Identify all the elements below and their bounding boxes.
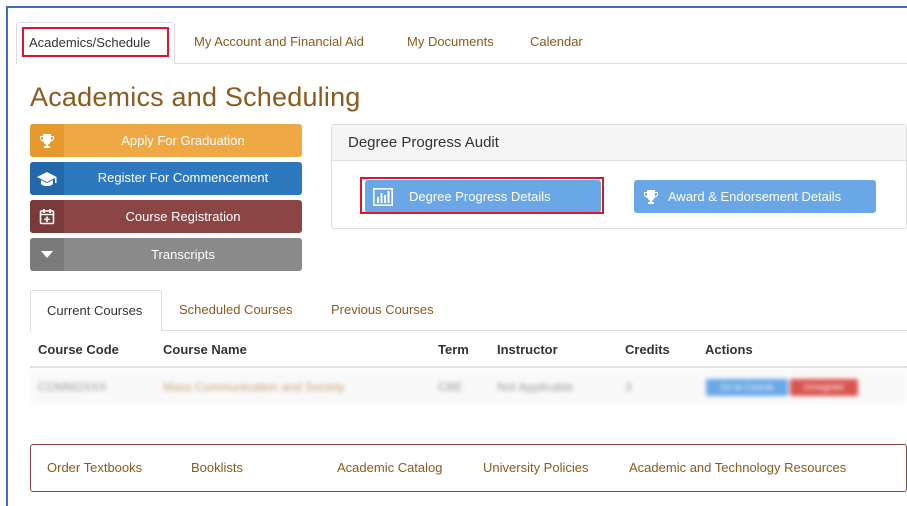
tab-my-documents[interactable]: My Documents <box>395 22 506 64</box>
top-nav-tabs: Academics/Schedule My Account and Financ… <box>16 22 907 65</box>
tab-previous-courses[interactable]: Previous Courses <box>315 290 450 331</box>
degree-progress-audit-panel: Degree Progress Audit Degree Progress De… <box>331 124 907 229</box>
course-tabs: Current Courses Scheduled Courses Previo… <box>30 290 907 332</box>
column-header-instructor: Instructor <box>497 342 558 357</box>
button-label: Apply For Graduation <box>121 133 245 148</box>
footer-links-bar: Order Textbooks Booklists Academic Catal… <box>30 444 907 492</box>
academic-catalog-link[interactable]: Academic Catalog <box>337 445 443 491</box>
cell-course-code: COMM2XXX <box>38 380 107 394</box>
trophy-icon <box>642 189 660 205</box>
register-for-commencement-button[interactable]: Register For Commencement <box>30 162 302 195</box>
transcripts-button[interactable]: Transcripts <box>30 238 302 271</box>
button-label: Award & Endorsement Details <box>668 189 842 204</box>
trophy-icon <box>30 124 64 157</box>
academic-technology-resources-link[interactable]: Academic and Technology Resources <box>629 445 846 491</box>
tab-label: My Account and Financial Aid <box>194 34 364 49</box>
tab-scheduled-courses[interactable]: Scheduled Courses <box>163 290 308 331</box>
button-label: Register For Commencement <box>97 170 269 185</box>
tab-label: Scheduled Courses <box>179 302 293 317</box>
column-header-course-name: Course Name <box>163 342 247 357</box>
tab-label: My Documents <box>407 34 494 49</box>
tab-label: Academics/Schedule <box>29 35 151 50</box>
column-header-course-code: Course Code <box>38 342 119 357</box>
unregister-button[interactable]: Unregister <box>790 379 858 396</box>
tab-label: Previous Courses <box>331 302 434 317</box>
column-header-term: Term <box>438 342 469 357</box>
button-label: Degree Progress Details <box>409 189 551 204</box>
button-label: Course Registration <box>125 209 241 224</box>
bar-chart-icon <box>373 187 393 206</box>
degree-progress-details-button[interactable]: Degree Progress Details <box>365 180 601 213</box>
course-registration-button[interactable]: Course Registration <box>30 200 302 233</box>
calendar-plus-icon <box>30 200 64 233</box>
tab-label: Current Courses <box>47 303 143 318</box>
graduation-cap-icon <box>30 162 64 195</box>
tab-label: Calendar <box>530 34 583 49</box>
award-endorsement-details-button[interactable]: Award & Endorsement Details <box>634 180 876 213</box>
cell-credits: 3 <box>625 380 632 394</box>
tab-academics-schedule[interactable]: Academics/Schedule <box>16 22 175 65</box>
column-header-credits: Credits <box>625 342 670 357</box>
tab-calendar[interactable]: Calendar <box>518 22 595 64</box>
column-header-actions: Actions <box>705 342 753 357</box>
tab-my-account[interactable]: My Account and Financial Aid <box>182 22 376 64</box>
tab-current-courses[interactable]: Current Courses <box>30 290 162 332</box>
go-to-course-button[interactable]: Go to Course <box>706 379 788 396</box>
panel-title: Degree Progress Audit <box>332 125 906 161</box>
button-label: Transcripts <box>151 247 215 262</box>
caret-down-icon <box>30 238 64 271</box>
university-policies-link[interactable]: University Policies <box>483 445 588 491</box>
order-textbooks-link[interactable]: Order Textbooks <box>47 445 142 491</box>
apply-for-graduation-button[interactable]: Apply For Graduation <box>30 124 302 157</box>
table-row: COMM2XXX Mass Communication and Society … <box>30 369 907 405</box>
page-title: Academics and Scheduling <box>30 82 361 112</box>
booklists-link[interactable]: Booklists <box>191 445 243 491</box>
cell-term: CBE <box>438 380 463 394</box>
cell-instructor: Not Applicable <box>497 380 574 394</box>
cell-course-name[interactable]: Mass Communication and Society <box>163 369 344 405</box>
courses-table-header: Course Code Course Name Term Instructor … <box>30 332 907 368</box>
